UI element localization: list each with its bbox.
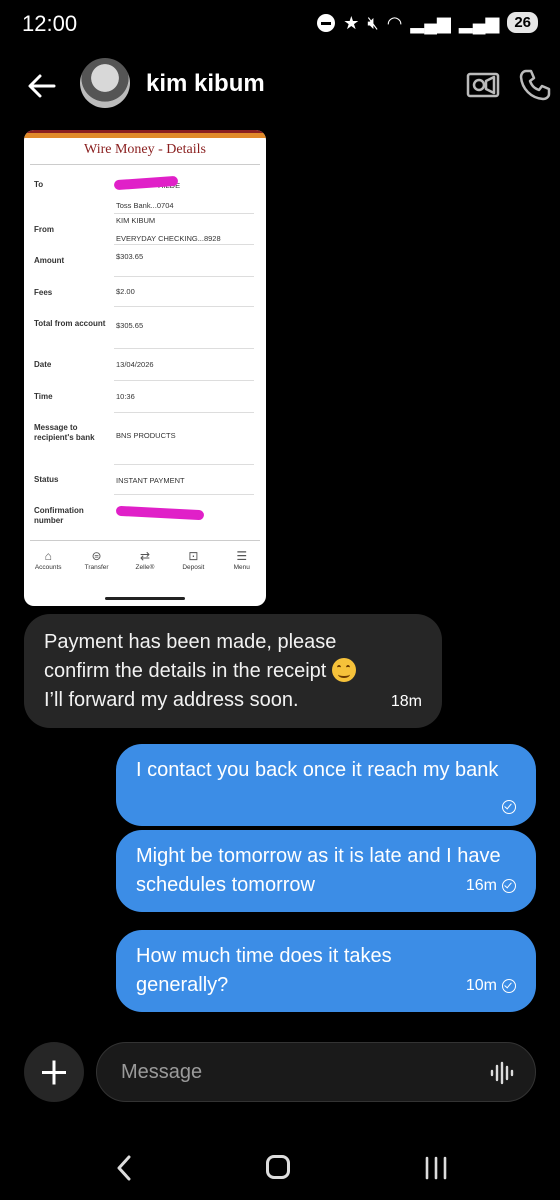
receipt-value-message: BNS PRODUCTS xyxy=(116,431,176,440)
receipt-value-time: 10:36 xyxy=(116,392,135,401)
read-check-icon xyxy=(502,978,516,993)
receipt-value-amount: $303.65 xyxy=(116,252,144,261)
back-arrow-icon[interactable] xyxy=(26,70,58,102)
message-status xyxy=(502,800,516,814)
chat-header: kim kibum xyxy=(0,50,560,122)
message-time: 16m xyxy=(465,877,497,894)
message-bubble-incoming[interactable]: Payment has been made, please confirm th… xyxy=(24,614,442,728)
receipt-row-line xyxy=(114,348,254,349)
receipt-row-line xyxy=(114,276,254,277)
smiling-emoji-icon xyxy=(331,658,356,682)
nav-label: Zelle® xyxy=(135,564,155,571)
message-text: confirm the details in the receipt xyxy=(44,657,424,686)
receipt-value-from-account: EVERYDAY CHECKING...8928 xyxy=(116,234,221,243)
receipt-value-date: 13/04/2026 xyxy=(116,360,154,369)
receipt-row-line xyxy=(114,494,254,495)
receipt-label-to: To xyxy=(34,180,44,189)
message-time-status: 16m xyxy=(466,871,516,900)
nav-label: Transfer xyxy=(84,564,109,571)
add-attachment-button[interactable] xyxy=(24,1042,84,1102)
receipt-title: Wire Money - Details xyxy=(84,142,206,157)
phone-call-icon[interactable] xyxy=(518,68,552,102)
message-text: I contact you back once it reach my bank xyxy=(136,759,499,781)
receipt-label-message: Message to recipient's bank xyxy=(34,423,95,442)
receipt-value-to-bank: Toss Bank...0704 xyxy=(116,201,174,210)
message-bubble-outgoing[interactable]: How much time does it takes generally? 1… xyxy=(116,930,536,1012)
message-time: 10m xyxy=(465,977,497,994)
system-nav-bar xyxy=(0,1140,560,1200)
nav-recent-apps-icon[interactable] xyxy=(424,1156,448,1180)
mute-icon: 🔇︎ xyxy=(367,12,379,33)
receipt-header-stripe xyxy=(24,130,266,138)
receipt-label-total: Total from account xyxy=(34,319,106,328)
nav-back-icon[interactable] xyxy=(114,1154,134,1182)
status-time: 12:00 xyxy=(22,11,78,36)
avatar[interactable] xyxy=(80,58,130,108)
status-icons: ★ 🔇︎ ◠ ▂▄▆ ▂▄▆ 26 xyxy=(317,12,538,33)
message-bubble-outgoing[interactable]: Might be tomorrow as it is late and I ha… xyxy=(116,830,536,912)
receipt-divider xyxy=(30,164,260,165)
deposit-icon: ⊡ xyxy=(188,549,199,563)
message-bubble-outgoing[interactable]: I contact you back once it reach my bank xyxy=(116,744,536,826)
message-text-part: confirm the details in the receipt xyxy=(44,660,327,682)
receipt-home-indicator xyxy=(105,597,185,600)
message-time-status: 10m xyxy=(466,971,516,1000)
nav-label: Accounts xyxy=(34,564,62,571)
message-text: I’ll forward my address soon. xyxy=(44,689,299,711)
receipt-label-fees: Fees xyxy=(34,288,53,297)
status-bar: 12:00 ★ 🔇︎ ◠ ▂▄▆ ▂▄▆ 26 xyxy=(0,0,560,48)
receipt-nav-menu: ☰ Menu xyxy=(220,548,264,578)
exchange-icon: ⇄ xyxy=(139,549,150,563)
redaction-mark xyxy=(115,505,205,521)
receipt-label-time: Time xyxy=(34,392,53,401)
message-text: Payment has been made, please xyxy=(44,631,337,653)
message-time: 18m xyxy=(390,693,422,710)
receipt-nav-accounts: ⌂ Accounts xyxy=(26,548,70,578)
receipt-label-confirmation: Confirmation number xyxy=(34,506,84,525)
receipt-label-status: Status xyxy=(34,475,59,484)
message-text: How much time does it takes generally? xyxy=(136,945,392,996)
battery-indicator: 26 xyxy=(507,12,538,33)
wifi-icon: ◠ xyxy=(386,12,403,33)
menu-icon: ☰ xyxy=(236,549,248,563)
receipt-row-line xyxy=(114,213,254,214)
receipt-row-line xyxy=(114,244,254,245)
receipt-value-status: INSTANT PAYMENT xyxy=(116,476,185,485)
read-check-icon xyxy=(502,800,516,814)
nav-label: Menu xyxy=(233,564,250,571)
video-call-icon[interactable] xyxy=(466,70,500,100)
home-icon: ⌂ xyxy=(44,549,52,563)
nav-home-icon[interactable] xyxy=(266,1155,290,1179)
receipt-value-fees: $2.00 xyxy=(116,287,135,296)
signal-2-icon: ▂▄▆ xyxy=(458,12,500,33)
receipt-bottom-nav: ⌂ Accounts ⊜ Transfer ⇄ Zelle® ⊡ Deposit… xyxy=(24,548,266,578)
nav-label: Deposit xyxy=(182,564,205,571)
contact-name[interactable]: kim kibum xyxy=(146,70,265,98)
receipt-row-line xyxy=(114,306,254,307)
receipt-divider xyxy=(30,540,260,541)
receipt-image[interactable]: Wire Money - Details To HILDE Toss Bank.… xyxy=(24,130,266,606)
receipt-label-amount: Amount xyxy=(34,256,65,265)
receipt-nav-zelle: ⇄ Zelle® xyxy=(123,548,167,578)
signal-icon: ▂▄▆ xyxy=(410,12,451,33)
receipt-row-line xyxy=(114,464,254,465)
message-text: Might be tomorrow as it is late and I ha… xyxy=(136,845,501,896)
receipt-value-total: $305.65 xyxy=(116,321,144,330)
message-input[interactable]: Message xyxy=(96,1042,536,1102)
read-check-icon xyxy=(502,878,516,893)
receipt-value-from-name: KIM KIBUM xyxy=(116,216,156,225)
receipt-label-date: Date xyxy=(34,360,52,369)
message-placeholder: Message xyxy=(121,1061,203,1083)
voice-message-icon[interactable] xyxy=(489,1061,515,1085)
receipt-row-line xyxy=(114,412,254,413)
do-not-disturb-icon xyxy=(317,13,336,32)
transfer-icon: ⊜ xyxy=(91,549,102,563)
star-icon: ★ xyxy=(343,12,360,33)
receipt-label-from: From xyxy=(34,225,54,234)
receipt-nav-deposit: ⊡ Deposit xyxy=(171,548,215,578)
receipt-nav-transfer: ⊜ Transfer xyxy=(75,548,119,578)
receipt-row-line xyxy=(114,380,254,381)
